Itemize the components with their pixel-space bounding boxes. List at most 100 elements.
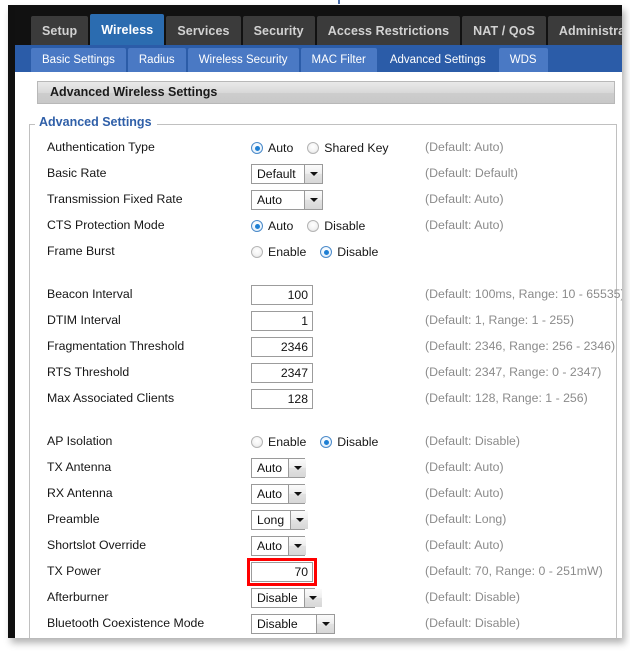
label-dtim-interval: DTIM Interval: [47, 313, 121, 327]
control-wrap-beacon-interval: 100: [251, 282, 313, 308]
main-tab-security[interactable]: Security: [242, 16, 315, 45]
input-dtim-interval[interactable]: 1: [251, 311, 313, 331]
label-afterburner: Afterburner: [47, 590, 109, 604]
control-wrap-basic-rate: Default: [251, 161, 323, 187]
control-wrap-authentication-type: Auto Shared Key: [251, 135, 389, 161]
setting-row-basic-rate: Basic Rate Default (Default: Default): [29, 161, 617, 187]
setting-row-tx-power: TX Power 70 (Default: 70, Range: 0 - 251mW…: [29, 558, 617, 586]
radio-option-ap-isolation-disable[interactable]: Disable: [320, 435, 378, 449]
setting-row-shortslot-override: Shortslot Override Auto (Default: Auto): [29, 533, 617, 559]
setting-row-frame-burst: Frame Burst Enable Disable: [29, 239, 617, 265]
label-tx-antenna: TX Antenna: [47, 460, 112, 474]
page-content: Advanced Wireless Settings Advanced Sett…: [15, 72, 622, 638]
radio-option-cts-protection-mode-disable[interactable]: Disable: [307, 219, 365, 233]
radio-option-authentication-type-shared-key[interactable]: Shared Key: [307, 141, 389, 155]
chevron-down-icon[interactable]: [288, 459, 307, 477]
control-wrap-cts-protection-mode: Auto Disable: [251, 213, 365, 239]
sub-tab-advanced-settings[interactable]: Advanced Settings: [378, 48, 497, 72]
select-value-tx-antenna: Auto: [257, 461, 283, 475]
chevron-down-icon[interactable]: [303, 589, 322, 607]
hint-rx-antenna: (Default: Auto): [425, 486, 504, 500]
browser-artifact-mark: [338, 0, 340, 4]
sub-navigation-bar: Basic Settings Radius Wireless Security MAC…: [15, 45, 622, 72]
chevron-down-icon[interactable]: [304, 191, 322, 209]
radio-button-icon[interactable]: [307, 142, 320, 154]
label-rts-threshold: RTS Threshold: [47, 365, 130, 379]
radio-button-icon[interactable]: [307, 220, 320, 232]
sub-tab-wireless-security[interactable]: Wireless Security: [187, 48, 299, 72]
radio-button-icon[interactable]: [320, 246, 333, 258]
router-admin-window: Setup Wireless Services Security Access Rest…: [8, 5, 622, 638]
radio-button-icon[interactable]: [251, 220, 263, 232]
select-value-rx-antenna: Auto: [257, 487, 283, 501]
select-basic-rate[interactable]: Default: [251, 164, 323, 184]
hint-cts-protection-mode: (Default: Auto): [425, 218, 504, 232]
radio-option-cts-protection-mode-auto[interactable]: Auto: [251, 219, 293, 233]
sub-tab-mac-filter[interactable]: MAC Filter: [300, 48, 377, 72]
radio-option-frame-burst-disable[interactable]: Disable: [320, 245, 378, 259]
radio-button-icon[interactable]: [251, 436, 263, 448]
hint-basic-rate: (Default: Default): [425, 166, 518, 180]
caret-glyph: [295, 518, 304, 522]
radio-option-ap-isolation-enable[interactable]: Enable: [251, 435, 306, 449]
label-beacon-interval: Beacon Interval: [47, 287, 133, 301]
select-value-shortslot-override: Auto: [257, 539, 283, 553]
label-tx-power: TX Power: [47, 564, 101, 578]
fieldset-legend: Advanced Settings: [35, 115, 156, 129]
control-wrap-tx-power: 70: [247, 558, 317, 586]
input-rts-threshold[interactable]: 2347: [251, 363, 313, 383]
input-tx-power[interactable]: 70: [247, 558, 317, 586]
radio-option-label: Disable: [324, 219, 366, 233]
main-tab-services[interactable]: Services: [166, 16, 241, 45]
radio-button-icon[interactable]: [251, 246, 263, 258]
radio-group-authentication-type: Auto Shared Key: [251, 141, 389, 155]
control-wrap-tx-antenna: Auto: [251, 455, 307, 481]
main-navigation-bar: Setup Wireless Services Security Access Rest…: [15, 5, 622, 45]
chevron-down-icon[interactable]: [288, 537, 307, 555]
main-tab-administration[interactable]: Administration: [547, 16, 622, 45]
main-tab-setup[interactable]: Setup: [31, 16, 89, 45]
advanced-settings-fieldset: Advanced Settings Authentication Type Aut…: [29, 115, 622, 638]
label-preamble: Preamble: [47, 512, 100, 526]
control-wrap-dtim-interval: 1: [251, 308, 313, 334]
radio-button-icon[interactable]: [251, 142, 263, 154]
select-shortslot-override[interactable]: Auto: [251, 536, 307, 556]
chevron-down-icon[interactable]: [290, 511, 309, 529]
select-transmission-fixed-rate[interactable]: Auto: [251, 190, 323, 210]
label-basic-rate: Basic Rate: [47, 166, 107, 180]
main-tab-nat-qos[interactable]: NAT / QoS: [462, 16, 546, 45]
input-beacon-interval[interactable]: 100: [251, 285, 313, 305]
page-title: Advanced Wireless Settings: [50, 85, 218, 99]
control-wrap-rts-threshold: 2347: [251, 360, 313, 386]
select-value-bluetooth-coexistence-mode: Disable: [257, 617, 298, 631]
select-rx-antenna[interactable]: Auto: [251, 484, 307, 504]
select-afterburner[interactable]: Disable: [251, 588, 322, 608]
select-tx-antenna[interactable]: Auto: [251, 458, 307, 478]
main-tab-access-restrictions[interactable]: Access Restrictions: [316, 16, 461, 45]
chevron-down-icon[interactable]: [288, 485, 307, 503]
setting-row-ap-isolation: AP Isolation Enable Disable (Default: Disab…: [29, 429, 617, 455]
chevron-down-icon[interactable]: [304, 165, 322, 183]
radio-group-frame-burst: Enable Disable: [251, 245, 378, 259]
select-bluetooth-coexistence-mode[interactable]: Disable: [251, 614, 335, 634]
radio-option-frame-burst-enable[interactable]: Enable: [251, 245, 306, 259]
caret-glyph: [309, 596, 318, 600]
chevron-down-icon[interactable]: [316, 615, 334, 633]
hint-rts-threshold: (Default: 2347, Range: 0 - 2347): [425, 365, 602, 379]
label-frame-burst: Frame Burst: [47, 244, 115, 258]
input-max-associated-clients[interactable]: 128: [251, 389, 313, 409]
page-title-bar: Advanced Wireless Settings: [37, 81, 615, 104]
sub-tab-list: Basic Settings Radius Wireless Security MAC…: [31, 48, 548, 72]
sub-tab-basic-settings[interactable]: Basic Settings: [31, 48, 126, 72]
input-fragmentation-threshold[interactable]: 2346: [251, 337, 313, 357]
select-value-basic-rate: Default: [257, 167, 296, 181]
select-preamble[interactable]: Long: [251, 510, 309, 530]
control-wrap-frame-burst: Enable Disable: [251, 239, 378, 265]
control-wrap-fragmentation-threshold: 2346: [251, 334, 313, 360]
sub-tab-radius[interactable]: Radius: [127, 48, 186, 72]
main-tab-wireless[interactable]: Wireless: [90, 14, 165, 45]
sub-tab-wds[interactable]: WDS: [498, 48, 548, 72]
radio-button-icon[interactable]: [320, 436, 333, 448]
radio-option-authentication-type-auto[interactable]: Auto: [251, 141, 293, 155]
hint-tx-power: (Default: 70, Range: 0 - 251mW): [425, 564, 603, 578]
